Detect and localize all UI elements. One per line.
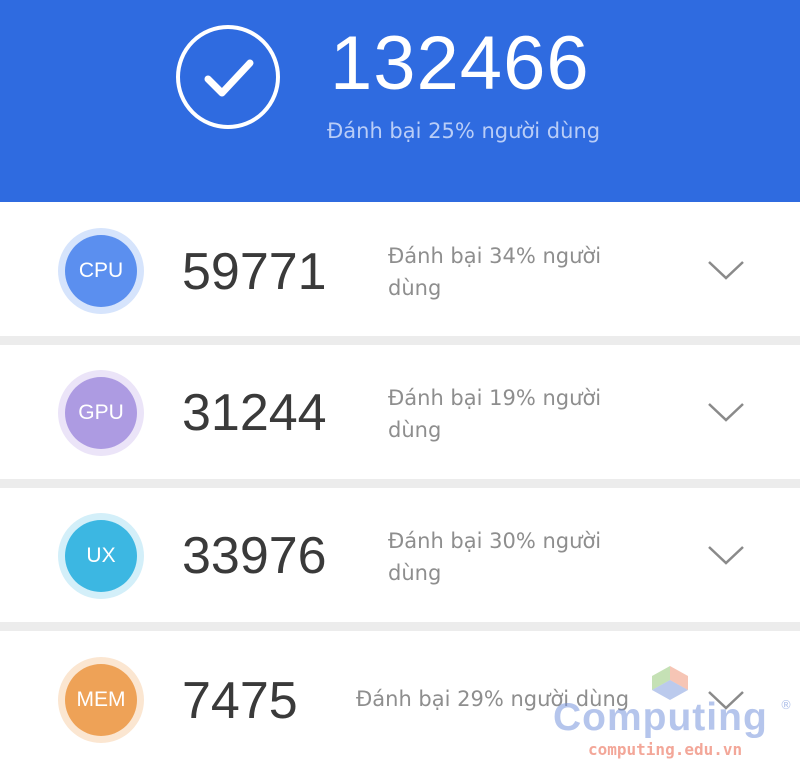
total-score-subtitle: Đánh bại 25% người dùng: [327, 119, 601, 143]
chevron-down-icon[interactable]: [706, 544, 746, 568]
gpu-badge: GPU: [58, 370, 144, 456]
gpu-score: 31244: [182, 384, 327, 442]
watermark-registered: ®: [780, 698, 792, 712]
gpu-desc: Đánh bại 19% người dùng: [388, 386, 602, 442]
chevron-down-icon[interactable]: [706, 401, 746, 425]
cpu-badge-label: CPU: [65, 235, 137, 307]
score-card-gpu[interactable]: GPU 31244 Đánh bại 19% người dùng: [0, 345, 800, 479]
score-card-cpu[interactable]: CPU 59771 Đánh bại 34% người dùng: [0, 202, 800, 336]
chevron-down-icon[interactable]: [706, 259, 746, 283]
gpu-badge-label: GPU: [65, 377, 137, 449]
mem-badge-label: MEM: [65, 664, 137, 736]
total-score: 132466: [330, 21, 590, 106]
score-card-ux[interactable]: UX 33976 Đánh bại 30% người dùng: [0, 488, 800, 622]
watermark-url: computing.edu.vn: [588, 740, 743, 759]
watermark-brand: Computing: [553, 696, 768, 739]
mem-score: 7475: [182, 672, 298, 730]
cpu-badge: CPU: [58, 228, 144, 314]
check-circle-icon: [176, 25, 280, 129]
ux-score: 33976: [182, 527, 327, 585]
cpu-desc: Đánh bại 34% người dùng: [388, 244, 602, 300]
cpu-score: 59771: [182, 243, 327, 301]
score-header: 132466 Đánh bại 25% người dùng: [0, 0, 800, 202]
ux-badge-label: UX: [65, 520, 137, 592]
mem-badge: MEM: [58, 657, 144, 743]
ux-desc: Đánh bại 30% người dùng: [388, 529, 602, 585]
ux-badge: UX: [58, 513, 144, 599]
